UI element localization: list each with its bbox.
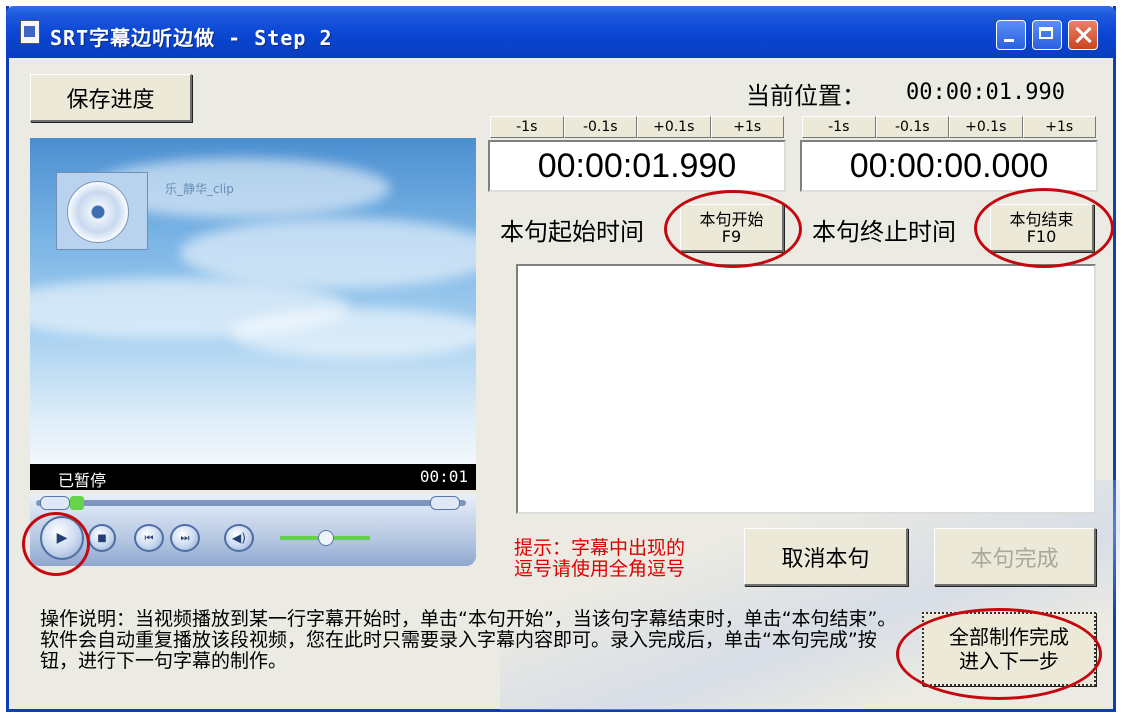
title-bar: SRT字幕边听边做 - Step 2 bbox=[6, 6, 1116, 58]
close-button[interactable] bbox=[1068, 20, 1098, 50]
cancel-sentence-button[interactable]: 取消本句 bbox=[744, 528, 908, 586]
seek-bar[interactable] bbox=[36, 500, 466, 506]
player-status: 已暂停 bbox=[58, 471, 107, 490]
player-time: 00:01 bbox=[419, 467, 468, 486]
end-adjust-buttons: -1s -0.1s +0.1s +1s bbox=[802, 116, 1096, 138]
subtitle-text-input[interactable] bbox=[516, 264, 1096, 514]
start-time-label: 本句起始时间 bbox=[500, 218, 644, 246]
start-plus-0.1s-button[interactable]: +0.1s bbox=[637, 116, 711, 138]
highlight-ring-end bbox=[974, 188, 1114, 268]
end-minus-1s-button[interactable]: -1s bbox=[802, 116, 876, 138]
end-plus-1s-button[interactable]: +1s bbox=[1022, 116, 1096, 138]
save-progress-button[interactable]: 保存进度 bbox=[30, 74, 192, 122]
app-icon bbox=[20, 20, 40, 44]
position-label: 当前位置： bbox=[746, 82, 866, 110]
start-time-display: 00:00:01.990 bbox=[488, 140, 786, 192]
sentence-done-button[interactable]: 本句完成 bbox=[934, 528, 1096, 586]
seek-right-handle[interactable] bbox=[430, 496, 460, 510]
mute-icon[interactable]: ◀) bbox=[224, 524, 254, 552]
stop-icon[interactable]: ■ bbox=[88, 524, 116, 552]
highlight-ring-finish bbox=[896, 608, 1102, 700]
window-title: SRT字幕边听边做 - Step 2 bbox=[50, 26, 333, 50]
next-icon[interactable]: ⏭ bbox=[170, 524, 200, 552]
volume-thumb[interactable] bbox=[318, 530, 334, 546]
end-plus-0.1s-button[interactable]: +0.1s bbox=[949, 116, 1023, 138]
media-player: 乐_静华_clip 已暂停 00:01 ▶ ■ ⏮ ⏭ ◀) bbox=[30, 138, 476, 566]
end-minus-0.1s-button[interactable]: -0.1s bbox=[875, 116, 949, 138]
tip-text: 提示：字幕中出现的 逗号请使用全角逗号 bbox=[514, 537, 686, 580]
end-time-display: 00:00:00.000 bbox=[800, 140, 1098, 192]
instructions-text: 操作说明：当视频播放到某一行字幕开始时，单击“本句开始”，当该句字幕结束时，单击… bbox=[40, 608, 897, 672]
cd-icon bbox=[67, 181, 129, 243]
media-caption: 乐_静华_clip bbox=[165, 182, 234, 196]
seek-thumb[interactable] bbox=[70, 496, 84, 510]
minimize-button[interactable] bbox=[996, 20, 1026, 50]
player-status-bar: 已暂停 00:01 bbox=[30, 464, 476, 490]
end-time-label: 本句终止时间 bbox=[812, 218, 956, 246]
start-minus-0.1s-button[interactable]: -0.1s bbox=[563, 116, 637, 138]
start-plus-1s-button[interactable]: +1s bbox=[710, 116, 784, 138]
video-area[interactable]: 乐_静华_clip bbox=[30, 138, 476, 464]
seek-left-handle[interactable] bbox=[40, 496, 70, 510]
previous-icon[interactable]: ⏮ bbox=[134, 524, 164, 552]
start-adjust-buttons: -1s -0.1s +0.1s +1s bbox=[490, 116, 784, 138]
player-controls: ▶ ■ ⏮ ⏭ ◀) bbox=[30, 494, 476, 566]
album-art bbox=[56, 172, 148, 250]
highlight-ring-play bbox=[22, 512, 90, 576]
highlight-ring-start bbox=[664, 190, 802, 268]
position-value: 00:00:01.990 bbox=[906, 80, 1065, 105]
start-minus-1s-button[interactable]: -1s bbox=[490, 116, 564, 138]
maximize-button[interactable] bbox=[1032, 20, 1062, 50]
